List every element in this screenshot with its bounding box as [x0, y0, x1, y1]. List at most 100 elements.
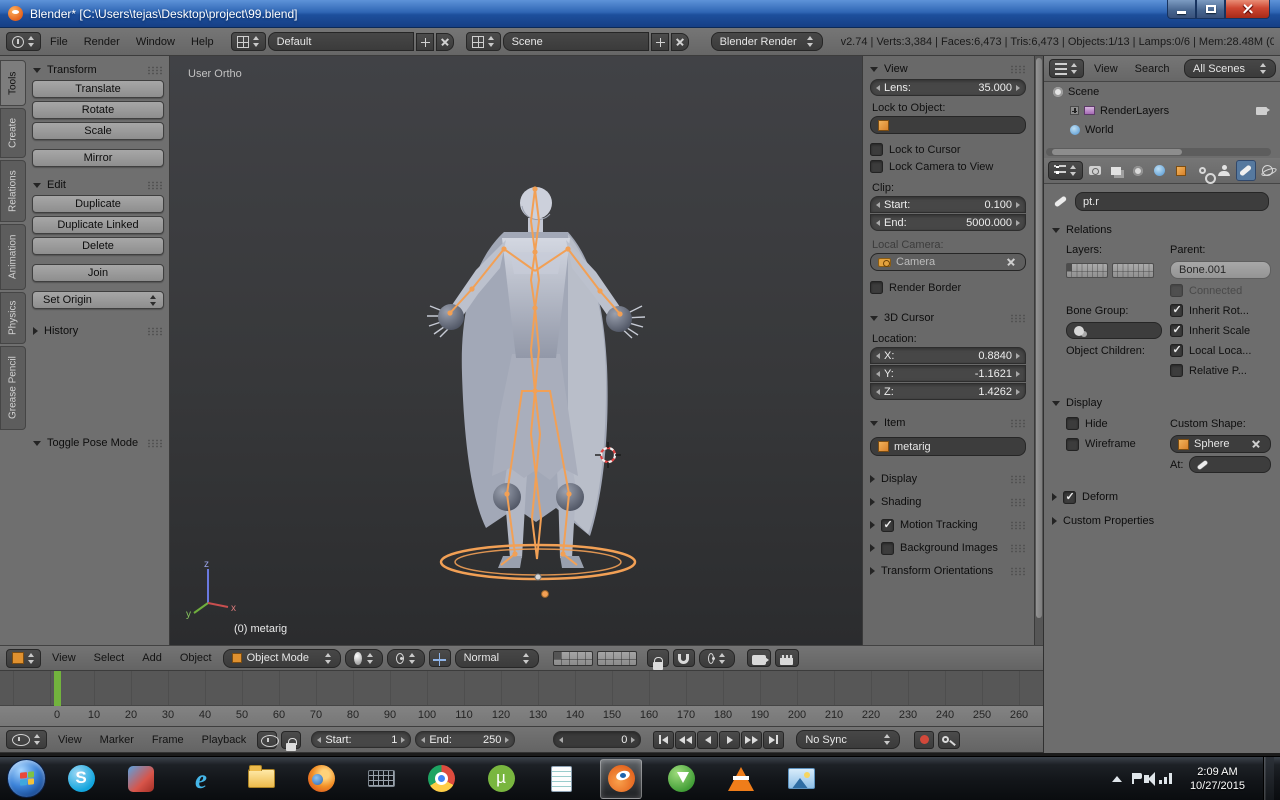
- menu-window[interactable]: Window: [129, 36, 182, 48]
- motion-tracking-checkbox[interactable]: [881, 518, 894, 532]
- bone-layers-grid-1[interactable]: [1066, 262, 1108, 278]
- add-scene-button[interactable]: [650, 32, 669, 51]
- cursor-x-slider[interactable]: X: 0.8840: [870, 347, 1026, 364]
- lock-to-object-field[interactable]: [870, 116, 1026, 134]
- join-button[interactable]: Join: [32, 264, 164, 282]
- frame-start-field[interactable]: Start: 1: [311, 731, 412, 748]
- increment-icon[interactable]: [401, 736, 406, 743]
- editor-type-button-info[interactable]: [6, 32, 41, 51]
- render-border-checkbox[interactable]: [870, 281, 883, 294]
- scrollbar-thumb[interactable]: [1036, 58, 1042, 618]
- expand-icon[interactable]: [1070, 106, 1079, 115]
- background-images-panel-header[interactable]: Background Images: [870, 538, 1026, 558]
- delete-layout-button[interactable]: [435, 32, 454, 51]
- render-engine-dropdown[interactable]: Blender Render: [710, 32, 823, 51]
- tab-object[interactable]: [1171, 160, 1191, 181]
- origin-dot[interactable]: [534, 573, 542, 581]
- mode-dropdown[interactable]: Object Mode: [222, 648, 341, 668]
- menu-playback[interactable]: Playback: [195, 734, 254, 746]
- tab-relations[interactable]: Relations: [0, 160, 26, 222]
- increment-icon[interactable]: [1016, 84, 1020, 91]
- active-layer-cell[interactable]: [1067, 263, 1072, 271]
- clip-start-slider[interactable]: Start: 0.100: [870, 196, 1026, 213]
- taskbar-app-keyboard[interactable]: [360, 759, 402, 799]
- scene-browse-button[interactable]: [465, 32, 501, 51]
- taskbar-app-idm[interactable]: [120, 759, 162, 799]
- delete-scene-button[interactable]: [670, 32, 689, 51]
- tab-physics[interactable]: Physics: [0, 292, 26, 344]
- menu-render[interactable]: Render: [77, 36, 127, 48]
- bone-layers-grid-2[interactable]: [1112, 262, 1154, 278]
- inherit-scale-checkbox[interactable]: [1170, 323, 1183, 337]
- lens-slider[interactable]: Lens: 35.000: [870, 79, 1026, 96]
- menu-search[interactable]: Search: [1128, 63, 1177, 75]
- transform-orientations-panel-header[interactable]: Transform Orientations: [870, 561, 1026, 581]
- editor-type-button-3dview[interactable]: [6, 648, 41, 668]
- next-keyframe-button[interactable]: [741, 730, 763, 749]
- increment-icon[interactable]: [1016, 370, 1020, 377]
- 3d-scene[interactable]: [170, 56, 862, 645]
- inherit-rotation-checkbox[interactable]: [1170, 303, 1183, 317]
- menu-select[interactable]: Select: [87, 652, 132, 664]
- current-frame-field[interactable]: 0: [553, 731, 642, 748]
- taskbar-app-skype[interactable]: S: [60, 759, 102, 799]
- delete-button[interactable]: Delete: [32, 237, 164, 255]
- taskbar-app-vlc[interactable]: [720, 759, 762, 799]
- relations-panel-header[interactable]: Relations: [1052, 220, 1271, 240]
- add-layout-button[interactable]: [415, 32, 434, 51]
- view-panel-header[interactable]: View: [870, 59, 1026, 79]
- taskbar-app-ie[interactable]: e: [180, 759, 222, 799]
- shading-panel-header[interactable]: Shading: [870, 492, 1026, 512]
- at-bone-field[interactable]: [1189, 456, 1271, 473]
- decrement-icon[interactable]: [559, 736, 564, 743]
- local-location-checkbox[interactable]: [1170, 343, 1183, 357]
- decrement-icon[interactable]: [876, 352, 880, 359]
- tab-render[interactable]: [1085, 160, 1105, 181]
- play-button[interactable]: [719, 730, 741, 749]
- menu-marker[interactable]: Marker: [93, 734, 141, 746]
- menu-view[interactable]: View: [51, 734, 89, 746]
- wireframe-checkbox[interactable]: [1066, 437, 1079, 451]
- editor-type-button-properties[interactable]: [1048, 161, 1083, 180]
- set-origin-dropdown[interactable]: Set Origin: [32, 291, 164, 309]
- parent-dropdown[interactable]: Bone.001: [1170, 261, 1271, 279]
- active-layer-cell[interactable]: [553, 651, 561, 659]
- duplicate-button[interactable]: Duplicate: [32, 195, 164, 213]
- hide-checkbox[interactable]: [1066, 417, 1079, 430]
- taskbar-app-explorer[interactable]: [240, 759, 282, 799]
- custom-properties-panel-header[interactable]: Custom Properties: [1052, 511, 1271, 531]
- clear-icon[interactable]: [1004, 255, 1018, 269]
- menu-add[interactable]: Add: [135, 652, 169, 664]
- scene-field[interactable]: Scene: [502, 32, 649, 51]
- opengl-render-button[interactable]: [746, 649, 771, 667]
- hidden-icons-button[interactable]: [1111, 775, 1122, 782]
- outliner-display-mode-dropdown[interactable]: All Scenes: [1184, 59, 1276, 78]
- taskbar-app-blender[interactable]: [600, 758, 642, 799]
- decrement-icon[interactable]: [876, 388, 880, 395]
- taskbar-app-firefox[interactable]: [300, 759, 342, 799]
- tab-create[interactable]: Create: [0, 108, 26, 158]
- knee-sphere-right[interactable]: [556, 483, 584, 511]
- sync-dropdown[interactable]: No Sync: [796, 730, 901, 749]
- menu-file[interactable]: File: [43, 36, 75, 48]
- volume-icon[interactable]: [1143, 771, 1155, 786]
- menu-frame[interactable]: Frame: [145, 734, 191, 746]
- tab-tools[interactable]: Tools: [0, 60, 26, 106]
- layers-grid-1[interactable]: [552, 650, 593, 666]
- npanel-scrollbar[interactable]: [1034, 56, 1043, 645]
- relative-parenting-checkbox[interactable]: [1170, 364, 1183, 377]
- editor-type-button-timeline[interactable]: [6, 730, 47, 749]
- root-dot[interactable]: [541, 590, 549, 598]
- prev-keyframe-button[interactable]: [675, 730, 697, 749]
- jump-to-start-button[interactable]: [653, 730, 675, 749]
- snap-element-dropdown[interactable]: [698, 648, 735, 668]
- toggle-pose-mode-header[interactable]: Toggle Pose Mode: [28, 433, 168, 453]
- use-preview-range-button[interactable]: [257, 730, 280, 749]
- frame-end-field[interactable]: End: 250: [415, 731, 516, 748]
- tab-grease-pencil[interactable]: Grease Pencil: [0, 346, 26, 430]
- 3d-viewport[interactable]: User Ortho (0) metarig z y x: [170, 56, 862, 645]
- timeline-body[interactable]: [0, 671, 1043, 706]
- increment-icon[interactable]: [1016, 388, 1020, 395]
- scale-button[interactable]: Scale: [32, 122, 164, 140]
- maximize-button[interactable]: [1196, 0, 1225, 19]
